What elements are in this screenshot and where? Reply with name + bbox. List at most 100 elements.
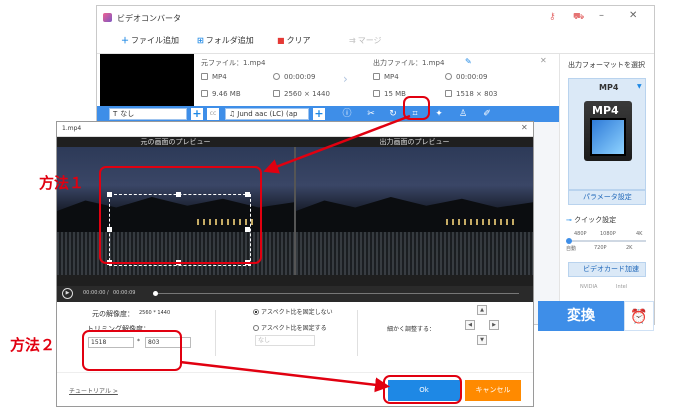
subtitle-select[interactable]: T なし [109,108,187,120]
convert-button[interactable]: 変換 [538,301,624,331]
audio-track-select[interactable]: ♫ Jund aac (LC) (ap [225,108,309,120]
merge-button[interactable]: ⇉ マージ [349,35,382,46]
original-resolution-label: 元の解像度： [92,310,134,318]
text-icon: T [113,110,118,118]
dialog-close-button[interactable]: ✕ [521,123,528,132]
video-thumbnail[interactable] [100,54,194,106]
format-selector[interactable]: MP4 ▼ MP4 [568,78,646,190]
film-icon [590,118,626,156]
watermark-icon[interactable]: ♙ [457,108,469,120]
total-time: 00:00:09 [113,290,136,296]
merge-label: マージ [357,36,382,45]
radio-unchecked-icon [253,325,259,331]
toolbar: ＋ファイル追加 ⊞ フォルダ追加 ■ クリア ⇉ マージ [97,30,654,54]
crop-icon-highlight [403,96,430,120]
output-resolution-value: 1518 × 803 [456,90,498,98]
nudge-right-button[interactable]: ▶ [489,320,499,330]
fine-adjust-label: 細かく調整する： [387,326,436,333]
merge-icon: ⇉ [349,36,356,45]
source-duration: 00:00:09 [273,73,315,81]
quality-slider-handle[interactable] [566,238,572,244]
output-duration-value: 00:00:09 [456,73,488,81]
parameter-settings-button[interactable]: パラメータ設定 [568,190,646,205]
dialog-title: 1.mp4 [62,125,82,132]
output-format-panel: 出力フォーマットを選択 MP4 ▼ MP4 パラメータ設定 ⊸ クイック設定 4… [559,54,654,324]
dropdown-triangle-icon: ▼ [637,83,642,90]
trash-icon: ■ [277,36,285,45]
footer-divider [57,372,533,373]
select-format-label: 出力フォーマットを選択 [568,61,645,69]
minimize-button[interactable]: – [599,10,604,21]
title-bar: ビデオコンバータ ⚷ ⛟ – ✕ [97,6,654,30]
output-format: MP4 [373,73,399,81]
resolution-icon [445,90,452,97]
add-folder-label: フォルダ追加 [205,36,254,45]
rotate-icon[interactable]: ↻ [387,108,399,120]
info-icon[interactable]: ⓘ [341,108,353,120]
remove-file-icon[interactable]: ✕ [540,56,547,65]
nudge-down-button[interactable]: ▼ [477,335,487,345]
clear-button[interactable]: ■ クリア [277,35,311,46]
add-file-button[interactable]: ＋ファイル追加 [121,35,179,46]
method-2-label: 方法２ [10,336,56,354]
add-audio-button[interactable]: + [313,108,325,120]
add-subtitle-button[interactable]: + [191,108,203,120]
intel-badge: Intel [616,284,628,290]
format-icon [201,73,208,80]
gpu-acceleration-button[interactable]: ビデオカード加速 [568,262,646,277]
seek-track[interactable] [155,293,519,294]
trim-inputs-highlight [82,330,182,371]
effect-icon[interactable]: ✦ [433,108,445,120]
output-resolution: 1518 × 803 [445,90,498,98]
cart-icon[interactable]: ⛟ [573,12,584,23]
app-title: ビデオコンバータ [117,14,181,23]
edit-icon[interactable]: ✎ [465,57,472,66]
cut-icon[interactable]: ✂ [365,108,377,120]
quality-2k: 2K [626,245,633,251]
dialog-title-bar: 1.mp4 ✕ [57,122,533,137]
parameter-settings-label: パラメータ設定 [583,193,632,201]
cancel-button[interactable]: キャンセル [465,380,521,401]
quality-auto: 自動 [566,246,577,252]
output-preview-image [296,147,533,275]
aspect-unlocked-radio[interactable]: アスペクト比を固定しない [253,307,333,316]
output-format-value: MP4 [384,73,399,81]
radio-checked-icon [253,309,259,315]
cc-icon[interactable]: cc [207,108,219,120]
hills-silhouette [296,197,533,232]
nudge-up-button[interactable]: ▲ [477,305,487,315]
quick-settings-label: クイック設定 [574,216,617,224]
aspect-locked-radio[interactable]: アスペクト比を固定する [253,323,327,332]
quality-4k: 4K [636,231,643,237]
close-button[interactable]: ✕ [629,10,637,21]
alarm-clock-icon[interactable]: ⏰ [624,301,654,331]
subtitle-value: なし [120,110,135,118]
key-icon[interactable]: ⚷ [549,12,556,22]
app-logo-icon [103,13,112,22]
tutorial-link[interactable]: チュートリアル > [69,386,118,395]
ok-button-highlight [383,375,462,404]
nudge-left-button[interactable]: ◀ [465,320,475,330]
output-size: 15 MB [373,90,406,98]
file-row: 元ファイル：1.mp4 MP4 00:00:09 9.46 MB 2560 × … [97,54,559,106]
source-format-value: MP4 [212,73,227,81]
gpu-acceleration-label: ビデオカード加速 [583,265,639,273]
rice-field [296,232,533,275]
quality-slider[interactable] [568,240,646,242]
format-name: MP4 [599,83,619,92]
aspect-ratio-select[interactable]: なし [255,335,315,346]
village-lights [446,219,516,225]
edit-pen-icon[interactable]: ✐ [481,108,493,120]
add-folder-button[interactable]: ⊞ フォルダ追加 [197,35,254,46]
folder-icon [373,90,380,97]
plus-icon: ＋ [121,36,129,45]
play-button[interactable]: ▶ [62,288,73,299]
folder-plus-icon: ⊞ [197,36,204,45]
quality-480p: 480P [574,231,587,237]
source-resolution-value: 2560 × 1440 [284,90,330,98]
seek-handle[interactable] [153,291,158,296]
current-time: 00:00:00 [83,290,106,296]
original-preview-header: 元の画面のプレビュー [140,138,211,146]
clock-icon [273,73,280,80]
mp4-badge-text: MP4 [592,104,619,117]
